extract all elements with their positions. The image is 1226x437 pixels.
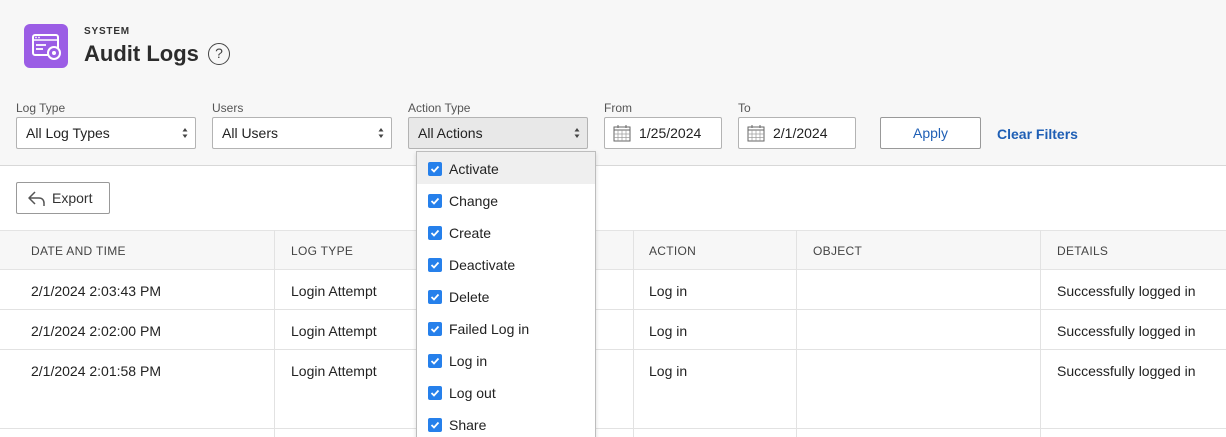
dropdown-option-log-out[interactable]: Log out bbox=[417, 376, 595, 408]
page-header: SYSTEM Audit Logs ? Log Type All Log Typ… bbox=[0, 0, 1226, 166]
sort-caret-icon bbox=[574, 128, 580, 138]
cell-date-time: 2/1/2024 2:03:43 PM bbox=[31, 283, 161, 299]
row-divider bbox=[0, 309, 1226, 310]
to-date-value: 2/1/2024 bbox=[773, 125, 828, 141]
dropdown-option-share[interactable]: Share bbox=[417, 408, 595, 437]
column-divider bbox=[1040, 230, 1041, 437]
row-divider bbox=[0, 349, 1226, 350]
dropdown-option-label: Delete bbox=[449, 289, 490, 305]
export-arrow-icon bbox=[28, 191, 45, 206]
apply-button[interactable]: Apply bbox=[880, 117, 981, 149]
dropdown-option-delete[interactable]: Delete bbox=[417, 280, 595, 312]
clear-filters-link[interactable]: Clear Filters bbox=[997, 126, 1078, 142]
log-type-select[interactable]: All Log Types bbox=[16, 117, 196, 149]
from-date-value: 1/25/2024 bbox=[639, 125, 702, 141]
cell-date-time: 2/1/2024 2:01:58 PM bbox=[31, 363, 161, 379]
checkbox-checked[interactable] bbox=[428, 194, 442, 208]
dropdown-option-label: Activate bbox=[449, 161, 499, 177]
checkmark-icon bbox=[430, 293, 440, 301]
users-value: All Users bbox=[222, 125, 279, 141]
checkmark-icon bbox=[430, 357, 440, 365]
cell-date-time: 2/1/2024 2:02:00 PM bbox=[31, 323, 161, 339]
dropdown-option-create[interactable]: Create bbox=[417, 216, 595, 248]
row-divider bbox=[0, 428, 1226, 429]
sort-caret-icon bbox=[378, 128, 384, 138]
section-overline: SYSTEM bbox=[84, 26, 130, 37]
action-type-select[interactable]: All Actions bbox=[408, 117, 588, 149]
log-type-value: All Log Types bbox=[26, 125, 110, 141]
checkbox-checked[interactable] bbox=[428, 290, 442, 304]
column-header-action[interactable]: ACTION bbox=[649, 244, 696, 258]
checkbox-checked[interactable] bbox=[428, 418, 442, 432]
table-header bbox=[0, 230, 1226, 270]
to-date-field[interactable]: 2/1/2024 bbox=[738, 117, 856, 149]
checkmark-icon bbox=[430, 165, 440, 173]
cell-log-type: Login Attempt bbox=[291, 283, 377, 299]
dropdown-option-label: Change bbox=[449, 193, 499, 209]
checkmark-icon bbox=[430, 261, 440, 269]
cell-log-type: Login Attempt bbox=[291, 323, 377, 339]
cell-details: Successfully logged in bbox=[1057, 323, 1196, 339]
checkbox-checked[interactable] bbox=[428, 322, 442, 336]
cell-details: Successfully logged in bbox=[1057, 283, 1196, 299]
checkbox-checked[interactable] bbox=[428, 386, 442, 400]
checkbox-checked[interactable] bbox=[428, 258, 442, 272]
checkbox-checked[interactable] bbox=[428, 226, 442, 240]
log-type-label: Log Type bbox=[16, 101, 66, 115]
dropdown-option-label: Failed Log in bbox=[449, 321, 530, 337]
dropdown-option-log-in[interactable]: Log in bbox=[417, 344, 595, 376]
checkbox-checked[interactable] bbox=[428, 162, 442, 176]
dropdown-option-failed-log-in[interactable]: Failed Log in bbox=[417, 312, 595, 344]
checkmark-icon bbox=[430, 325, 440, 333]
dropdown-option-label: Log in bbox=[449, 353, 488, 369]
audit-log-app-icon bbox=[24, 24, 68, 68]
cell-details: Successfully logged in bbox=[1057, 363, 1196, 379]
column-header-log-type[interactable]: LOG TYPE bbox=[291, 244, 353, 258]
dropdown-option-label: Log out bbox=[449, 385, 496, 401]
column-divider bbox=[633, 230, 634, 437]
export-label: Export bbox=[52, 190, 93, 206]
column-header-details[interactable]: DETAILS bbox=[1057, 244, 1108, 258]
help-icon[interactable]: ? bbox=[208, 43, 230, 65]
calendar-icon bbox=[613, 125, 631, 142]
calendar-icon bbox=[747, 125, 765, 142]
column-divider bbox=[796, 230, 797, 437]
checkmark-icon bbox=[430, 389, 440, 397]
users-label: Users bbox=[212, 101, 244, 115]
checkmark-icon bbox=[430, 229, 440, 237]
action-type-value: All Actions bbox=[418, 125, 483, 141]
cell-action: Log in bbox=[649, 363, 688, 379]
action-type-dropdown: Activate Change Create Deactivate Delete… bbox=[416, 151, 596, 437]
column-header-date-time[interactable]: DATE AND TIME bbox=[31, 244, 126, 258]
column-header-object[interactable]: OBJECT bbox=[813, 244, 862, 258]
dropdown-option-activate[interactable]: Activate bbox=[417, 152, 595, 184]
dropdown-option-label: Deactivate bbox=[449, 257, 516, 273]
column-divider bbox=[274, 230, 275, 437]
cell-log-type: Login Attempt bbox=[291, 363, 377, 379]
checkbox-checked[interactable] bbox=[428, 354, 442, 368]
page-title: Audit Logs bbox=[84, 41, 199, 66]
dropdown-option-deactivate[interactable]: Deactivate bbox=[417, 248, 595, 280]
checkmark-icon bbox=[430, 421, 440, 429]
dropdown-option-label: Share bbox=[449, 417, 487, 433]
cell-action: Log in bbox=[649, 283, 688, 299]
dropdown-option-change[interactable]: Change bbox=[417, 184, 595, 216]
to-label: To bbox=[738, 101, 751, 115]
checkmark-icon bbox=[430, 197, 440, 205]
sort-caret-icon bbox=[182, 128, 188, 138]
dropdown-option-label: Create bbox=[449, 225, 492, 241]
cell-action: Log in bbox=[649, 323, 688, 339]
from-date-field[interactable]: 1/25/2024 bbox=[604, 117, 722, 149]
export-button[interactable]: Export bbox=[16, 182, 110, 214]
users-select[interactable]: All Users bbox=[212, 117, 392, 149]
from-label: From bbox=[604, 101, 632, 115]
action-type-label: Action Type bbox=[408, 101, 471, 115]
